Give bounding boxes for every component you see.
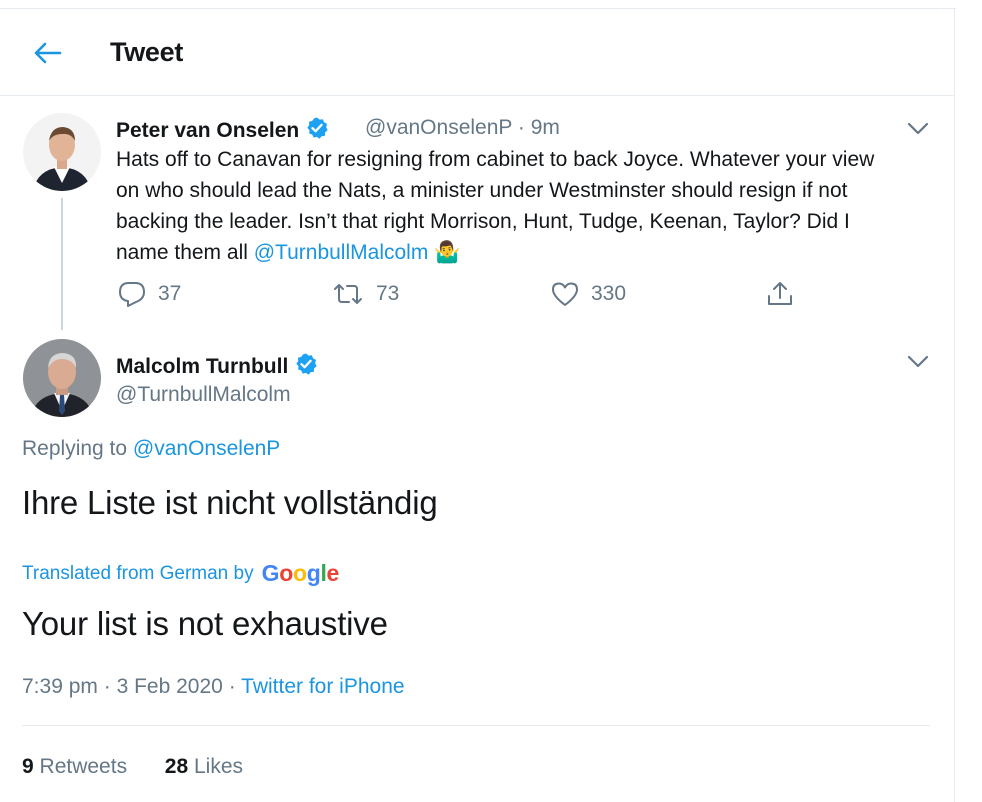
google-logo: Google [261,560,340,586]
shrug-emoji: 🤷‍♂️ [434,241,461,264]
reply-button[interactable]: 37 [118,280,181,308]
thread-line [61,198,63,330]
avatar-peter[interactable] [23,113,101,191]
tweet-date[interactable]: 3 Feb 2020 [117,675,223,698]
page-title: Tweet [110,37,184,67]
heart-icon [552,282,578,306]
tweet-time[interactable]: 7:39 pm [22,675,98,698]
separator-dot: · [103,675,111,698]
main-name-text[interactable]: Malcolm Turnbull [116,355,288,378]
avatar-malcolm[interactable] [23,339,101,417]
retweets-label: Retweets [39,755,128,778]
quoted-name-text[interactable]: Peter van Onselen [116,119,299,142]
likes-label: Likes [193,755,243,778]
reply-count: 37 [158,282,182,305]
likes-count: 28 [164,755,189,778]
separator-dot: · [228,675,236,698]
quoted-handle-line: @vanOnselenP · 9m [365,116,560,140]
translation-attribution: Translated from German by Google [22,560,339,587]
tweet-meta: 7:39 pm · 3 Feb 2020 · Twitter for iPhon… [22,675,405,699]
retweets-stat[interactable]: 9 Retweets [22,755,127,778]
like-button[interactable]: 330 [551,280,626,308]
like-count: 330 [591,282,627,305]
share-button[interactable] [766,280,794,308]
tweet-source-link[interactable]: Twitter for iPhone [241,675,404,698]
tweet-stats: 9 Retweets 28 Likes [22,755,243,779]
quoted-handle[interactable]: @vanOnselenP [365,116,512,139]
separator-dot: · [517,116,525,139]
quoted-author-name[interactable]: Peter van Onselen [116,116,329,146]
retweets-count: 9 [22,755,34,778]
quoted-time[interactable]: 9m [531,116,560,139]
back-arrow-icon[interactable] [30,38,64,68]
retweet-count: 73 [376,282,400,305]
likes-stat[interactable]: 28 Likes [165,755,243,778]
quoted-tweet-text: Hats off to Canavan for resigning from c… [116,144,896,268]
column-border [954,8,955,802]
chevron-down-icon[interactable] [906,121,930,137]
tweet-header: Tweet [0,9,954,96]
divider [22,725,930,726]
retweet-icon [334,284,362,304]
mention-link[interactable]: @TurnbullMalcolm [254,241,429,264]
tweet-text: Ihre Liste ist nicht vollständig [22,484,438,521]
quoted-text-body: Hats off to Canavan for resigning from c… [116,148,875,264]
translated-text: Your list is not exhaustive [22,605,388,642]
replying-to-link[interactable]: @vanOnselenP [133,437,280,460]
reply-icon [119,282,145,307]
replying-to: Replying to @vanOnselenP [22,437,280,461]
translated-label[interactable]: Translated from German by [22,563,254,585]
main-author-name[interactable]: Malcolm Turnbull [116,352,318,382]
verified-badge-icon [305,116,329,146]
share-icon [768,282,792,305]
chevron-down-icon[interactable] [906,354,930,370]
main-handle[interactable]: @TurnbullMalcolm [116,383,291,407]
retweet-button[interactable]: 73 [332,280,399,308]
replying-label: Replying to [22,437,133,460]
verified-badge-icon [294,352,318,382]
